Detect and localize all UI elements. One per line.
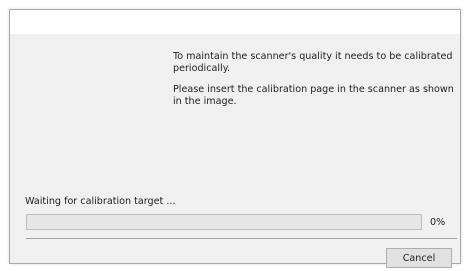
progress-percent: 0%	[430, 217, 446, 228]
instruction-maintain-quality: To maintain the scanner's quality it nee…	[173, 51, 453, 74]
dialog-body: To maintain the scanner's quality it nee…	[10, 34, 460, 268]
status-text: Waiting for calibration target ...	[25, 196, 176, 207]
calibration-dialog: To maintain the scanner's quality it nee…	[9, 9, 461, 268]
progress-bar	[26, 214, 422, 230]
title-bar[interactable]	[10, 10, 460, 34]
divider	[26, 238, 457, 239]
instruction-insert-page: Please insert the calibration page in th…	[173, 84, 454, 107]
cancel-button[interactable]: Cancel	[386, 248, 452, 268]
instructions: To maintain the scanner's quality it nee…	[173, 51, 458, 117]
